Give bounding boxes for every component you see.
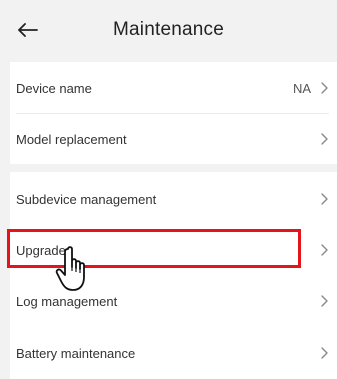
device-name-label: Device name	[16, 80, 92, 96]
settings-group-device: Device name NA Model replacement	[10, 62, 337, 164]
chevron-right-icon	[321, 82, 328, 94]
upgrade-label: Upgrade	[16, 242, 66, 258]
app-header: Maintenance	[0, 0, 337, 62]
subdevice-management-row[interactable]: Subdevice management	[10, 173, 337, 225]
chevron-right-icon	[321, 193, 328, 205]
settings-group-maintenance: Subdevice management Upgrade Log managem…	[10, 172, 337, 379]
model-replacement-label: Model replacement	[16, 131, 127, 147]
battery-maintenance-label: Battery maintenance	[16, 345, 136, 361]
log-management-label: Log management	[16, 293, 118, 309]
chevron-right-icon	[321, 133, 328, 145]
page-title: Maintenance	[113, 19, 224, 40]
battery-maintenance-row[interactable]: Battery maintenance	[10, 327, 337, 379]
chevron-right-icon	[321, 347, 328, 359]
chevron-right-icon	[321, 295, 328, 307]
model-replacement-row[interactable]: Model replacement	[10, 113, 337, 165]
device-name-row[interactable]: Device name NA	[10, 62, 337, 114]
log-management-row[interactable]: Log management	[10, 275, 337, 327]
device-name-value: NA	[292, 80, 311, 96]
upgrade-row[interactable]: Upgrade	[10, 224, 337, 276]
chevron-right-icon	[321, 244, 328, 256]
subdevice-management-label: Subdevice management	[16, 191, 157, 207]
